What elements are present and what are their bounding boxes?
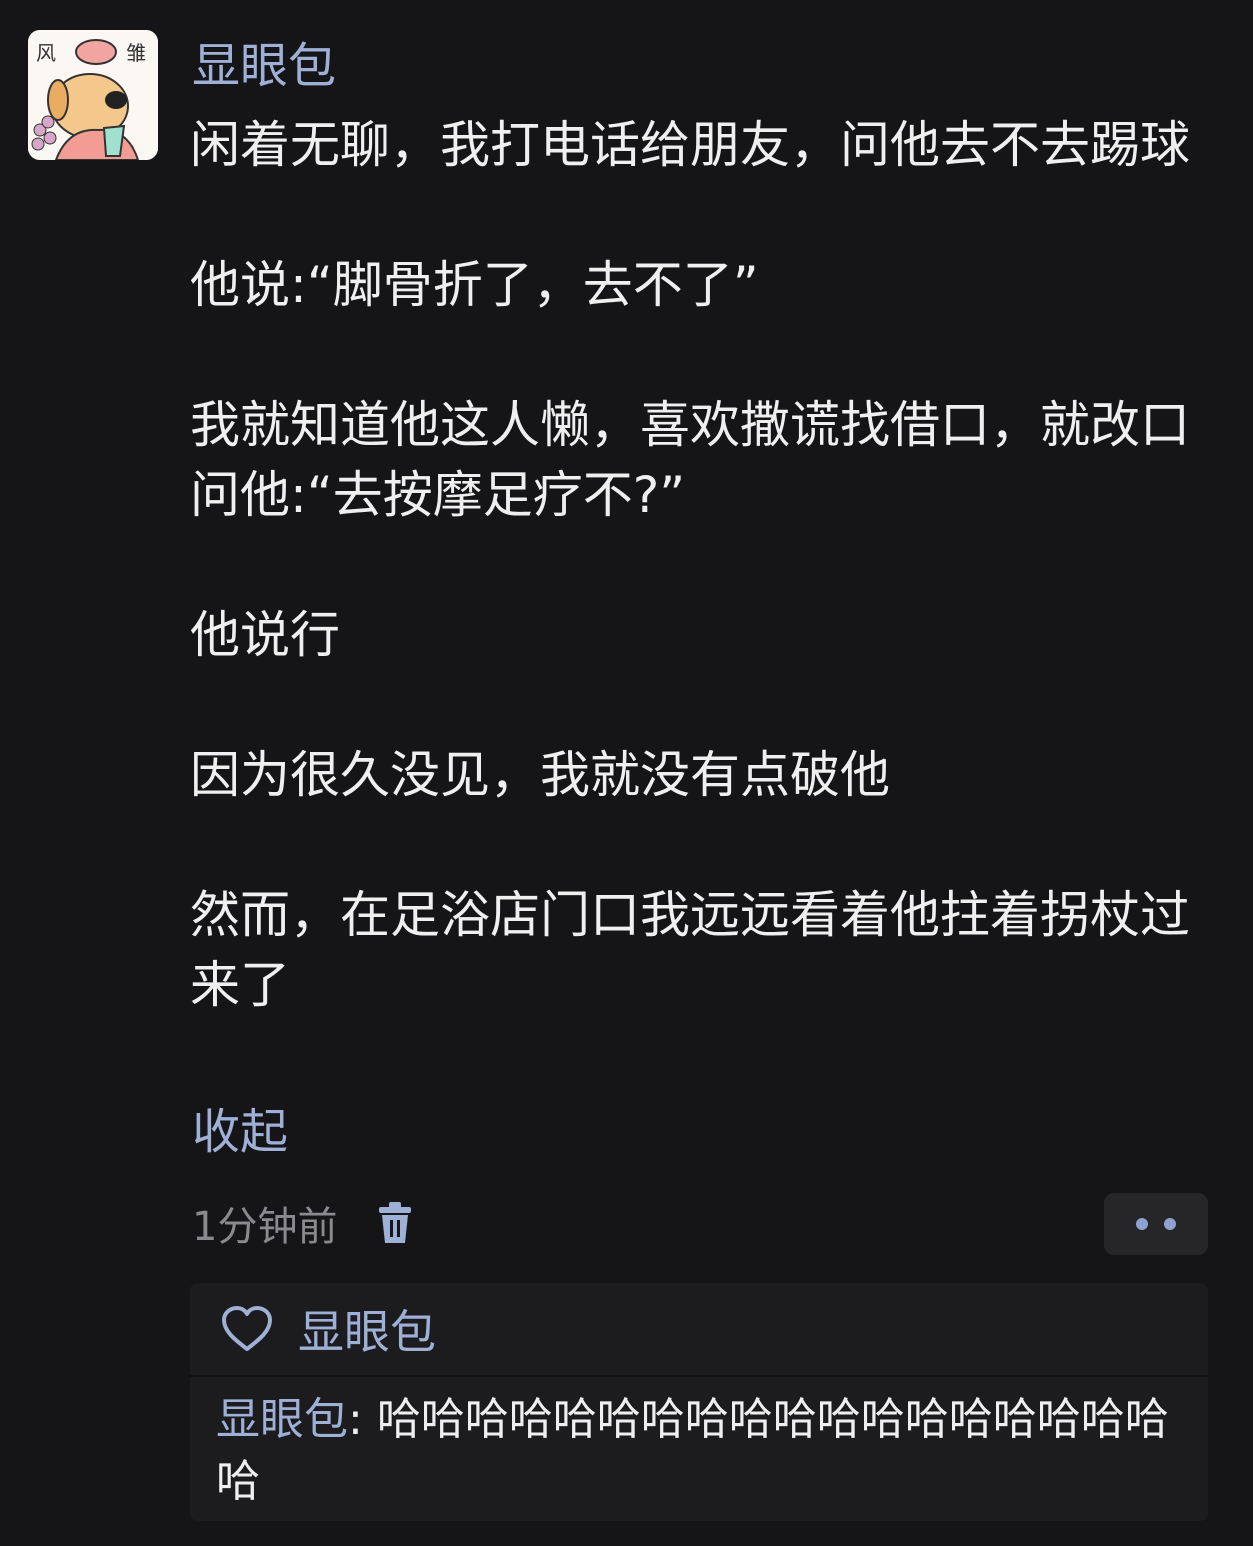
svg-text:雏: 雏 <box>126 41 146 65</box>
reply-separator: : <box>348 1394 377 1445</box>
comment-paragraph: 他说行 <box>190 606 340 664</box>
comment-body: 闲着无聊，我打电话给朋友，问他去不去踢球 他说:“脚骨折了，去不了” 我就知道他… <box>190 110 1200 1020</box>
reply-item[interactable]: 显眼包: 哈哈哈哈哈哈哈哈哈哈哈哈哈哈哈哈哈哈哈 <box>216 1389 1196 1513</box>
divider <box>190 1375 1208 1377</box>
svg-text:风: 风 <box>36 41 56 65</box>
avatar-illustration: 风 雏 <box>28 30 158 160</box>
comment-page: 风 雏 显眼包 闲着无聊，我打电话给朋友，问他去不去踢球 他说:“脚骨折了，去不… <box>0 0 1253 1546</box>
reply-author[interactable]: 显眼包 <box>216 1394 348 1445</box>
dot-icon <box>1164 1218 1176 1230</box>
comment-paragraph: 因为很久没见，我就没有点破他 <box>190 746 890 804</box>
like-row: 显眼包 <box>220 1299 436 1359</box>
collapse-button[interactable]: 收起 <box>192 1100 288 1164</box>
comment-paragraph: 然而，在足浴店门口我远远看着他拄着拐杖过来了 <box>190 886 1190 1014</box>
comment-paragraph: 他说:“脚骨折了，去不了” <box>190 256 759 314</box>
trash-icon[interactable] <box>375 1201 415 1245</box>
comment-meta: 1分钟前 <box>192 1195 415 1251</box>
author-name[interactable]: 显眼包 <box>192 36 336 96</box>
dot-icon <box>1136 1218 1148 1230</box>
comment-paragraph: 我就知道他这人懒，喜欢撒谎找借口，就改口问他:“去按摩足疗不?” <box>190 396 1190 524</box>
comment-paragraph: 闲着无聊，我打电话给朋友，问他去不去踢球 <box>190 116 1190 174</box>
heart-icon[interactable] <box>220 1305 274 1353</box>
more-options-button[interactable] <box>1104 1193 1208 1255</box>
reply-section: 显眼包 显眼包: 哈哈哈哈哈哈哈哈哈哈哈哈哈哈哈哈哈哈哈 <box>190 1283 1208 1521</box>
liker-name[interactable]: 显眼包 <box>298 1296 436 1362</box>
timestamp: 1分钟前 <box>192 1204 338 1250</box>
avatar[interactable]: 风 雏 <box>28 30 158 160</box>
